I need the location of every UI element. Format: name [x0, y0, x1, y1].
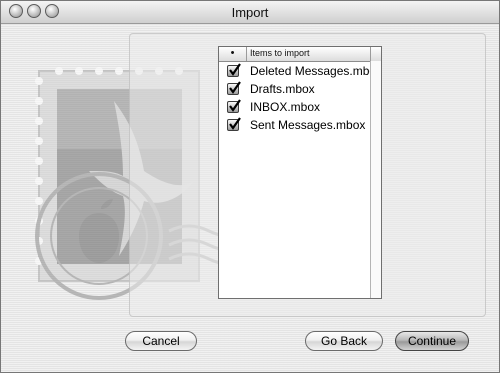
item-checkbox[interactable]	[227, 63, 241, 77]
list-scrollbar[interactable]	[370, 61, 381, 298]
column-divider	[370, 47, 371, 61]
item-label: INBOX.mbox	[250, 100, 321, 114]
item-label: Sent Messages.mbox	[250, 118, 366, 132]
item-label: Drafts.mbox	[250, 82, 315, 96]
list-item[interactable]: Deleted Messages.mbo	[219, 62, 381, 80]
list-item[interactable]: Sent Messages.mbox	[219, 116, 381, 134]
list-item[interactable]: INBOX.mbox	[219, 98, 381, 116]
go-back-button[interactable]: Go Back	[305, 331, 383, 351]
window-title: Import	[231, 5, 269, 20]
items-column-header[interactable]: Items to import	[250, 48, 310, 58]
checkmark-icon	[229, 63, 241, 76]
import-window: Import • Items to import Deleted Message…	[0, 0, 500, 373]
item-checkbox[interactable]	[227, 99, 241, 113]
checkmark-icon	[229, 81, 241, 94]
checkmark-icon	[229, 117, 241, 130]
list-header: • Items to import	[219, 47, 381, 62]
item-checkbox[interactable]	[227, 81, 241, 95]
list-item[interactable]: Drafts.mbox	[219, 80, 381, 98]
cancel-button[interactable]: Cancel	[125, 331, 197, 351]
item-checkbox[interactable]	[227, 117, 241, 131]
check-column-header[interactable]: •	[219, 47, 247, 61]
checkmark-icon	[229, 99, 241, 112]
title-bar: Import	[1, 1, 499, 24]
items-to-import-list[interactable]: • Items to import Deleted Messages.mbo D…	[218, 46, 382, 299]
continue-button[interactable]: Continue	[395, 331, 469, 351]
item-label: Deleted Messages.mbo	[250, 64, 377, 78]
